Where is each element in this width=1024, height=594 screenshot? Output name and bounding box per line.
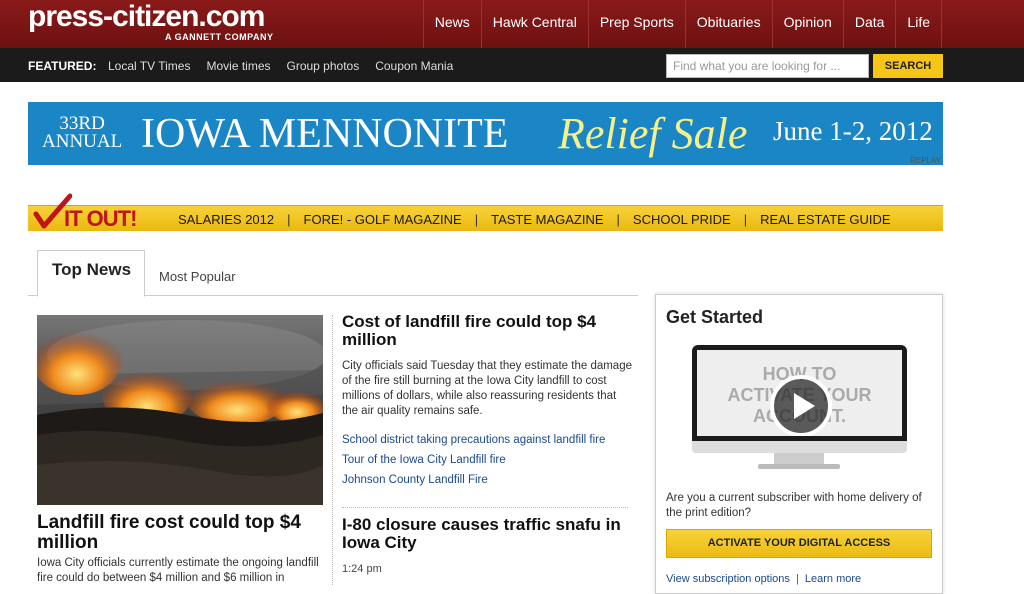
related-links: School district taking precautions again… (342, 430, 632, 490)
ad-headline: IOWA MENNONITE (141, 111, 509, 157)
learn-more-link[interactable]: Learn more (805, 573, 861, 585)
featured-link-coupon-mania[interactable]: Coupon Mania (375, 59, 453, 73)
ad-relief-sale: Relief Sale (558, 109, 748, 158)
play-icon[interactable] (769, 374, 833, 436)
ad-annual: 33RD ANNUAL (42, 114, 123, 152)
separator: | (287, 212, 291, 227)
subscription-links: View subscription options | Learn more (666, 573, 861, 585)
featured-link-local-tv[interactable]: Local TV Times (108, 59, 190, 73)
site-logo[interactable]: press-citizen.com A GANNETT COMPANY (28, 0, 273, 43)
nav-data[interactable]: Data (842, 0, 896, 48)
related-link[interactable]: Johnson County Landfill Fire (342, 470, 632, 490)
featured-link-movie-times[interactable]: Movie times (206, 59, 270, 73)
header-bar: press-citizen.com A GANNETT COMPANY News… (0, 0, 1024, 48)
logo-subtitle: A GANNETT COMPANY (165, 32, 274, 42)
search-input[interactable] (666, 54, 869, 78)
lead-story-image[interactable] (37, 315, 323, 505)
separator: | (474, 212, 479, 227)
get-started-title: Get Started (666, 307, 764, 327)
subscriber-question: Are you a current subscriber with home d… (666, 492, 922, 519)
monitor-screen: HOW TO ACTIVATE YOUR ACCOUNT. (692, 345, 907, 441)
featured-link-group-photos[interactable]: Group photos (287, 59, 360, 73)
featured-bar: FEATURED: Local TV Times Movie times Gro… (0, 48, 1024, 82)
nav-hawk-central[interactable]: Hawk Central (480, 0, 588, 48)
featured-links: Local TV Times Movie times Group photos … (108, 59, 453, 73)
nav-obituaries[interactable]: Obituaries (684, 0, 772, 48)
monitor-base (758, 464, 840, 469)
story-title[interactable]: I-80 closure causes traffic snafu in Iow… (342, 516, 632, 552)
check-it-out-bar: IT OUT! SALARIES 2012 | FORE! - GOLF MAG… (28, 193, 943, 231)
story-title[interactable]: Cost of landfill fire could top $4 milli… (342, 313, 632, 349)
related-link[interactable]: Tour of the Iowa City Landfill fire (342, 450, 632, 470)
monitor-inner: HOW TO ACTIVATE YOUR ACCOUNT. (697, 350, 902, 436)
story-timestamp: 1:24 pm (342, 563, 382, 575)
column-divider (332, 315, 333, 585)
story-summary: City officials said Tuesday that they es… (342, 360, 632, 417)
news-tabs: Top News Most Popular (28, 250, 638, 297)
tab-most-popular[interactable]: Most Popular (159, 269, 236, 284)
fire-photo (37, 315, 323, 505)
lead-story-summary: Iowa City officials currently estimate t… (37, 557, 319, 584)
ad-replay-link[interactable]: REPLAY (910, 156, 941, 165)
search-button[interactable]: SEARCH (873, 54, 943, 78)
check-link-real-estate[interactable]: REAL ESTATE GUIDE (760, 212, 891, 227)
related-link[interactable]: School district taking precautions again… (342, 430, 632, 450)
check-link-salaries[interactable]: SALARIES 2012 (178, 212, 274, 227)
ad-annual-line2: ANNUAL (42, 131, 123, 152)
get-started-box: Get Started HOW TO ACTIVATE YOUR ACCOUNT… (655, 294, 943, 594)
separator: | (616, 212, 620, 227)
check-link-taste-magazine[interactable]: TASTE MAGAZINE (491, 212, 603, 227)
logo-text: press-citizen.com (28, 0, 265, 33)
separator: | (743, 212, 748, 227)
monitor-video[interactable]: HOW TO ACTIVATE YOUR ACCOUNT. (692, 345, 907, 475)
check-link-school-pride[interactable]: SCHOOL PRIDE (633, 212, 731, 227)
ad-date: June 1-2, 2012 (773, 116, 933, 146)
featured-label: FEATURED: (28, 59, 97, 73)
nav-life[interactable]: Life (895, 0, 942, 48)
nav-prep-sports[interactable]: Prep Sports (587, 0, 685, 48)
tab-top-news[interactable]: Top News (37, 250, 145, 297)
monitor-chin (692, 441, 907, 453)
check-link-golf-magazine[interactable]: FORE! - GOLF MAGAZINE (304, 212, 462, 227)
lead-story-title[interactable]: Landfill fire cost could top $4 million (37, 513, 323, 553)
story-divider (342, 507, 628, 508)
main-nav: News Hawk Central Prep Sports Obituaries… (422, 0, 942, 48)
check-it-out-logo[interactable]: IT OUT! (64, 207, 137, 231)
check-it-out-links: SALARIES 2012 | FORE! - GOLF MAGAZINE | … (178, 212, 891, 227)
activate-digital-access-button[interactable]: ACTIVATE YOUR DIGITAL ACCESS (666, 529, 932, 558)
view-subscription-options-link[interactable]: View subscription options (666, 573, 790, 585)
link-separator: | (795, 573, 799, 585)
banner-ad[interactable]: 33RD ANNUAL IOWA MENNONITE Relief Sale J… (28, 102, 943, 165)
nav-news[interactable]: News (422, 0, 481, 48)
nav-opinion[interactable]: Opinion (771, 0, 843, 48)
